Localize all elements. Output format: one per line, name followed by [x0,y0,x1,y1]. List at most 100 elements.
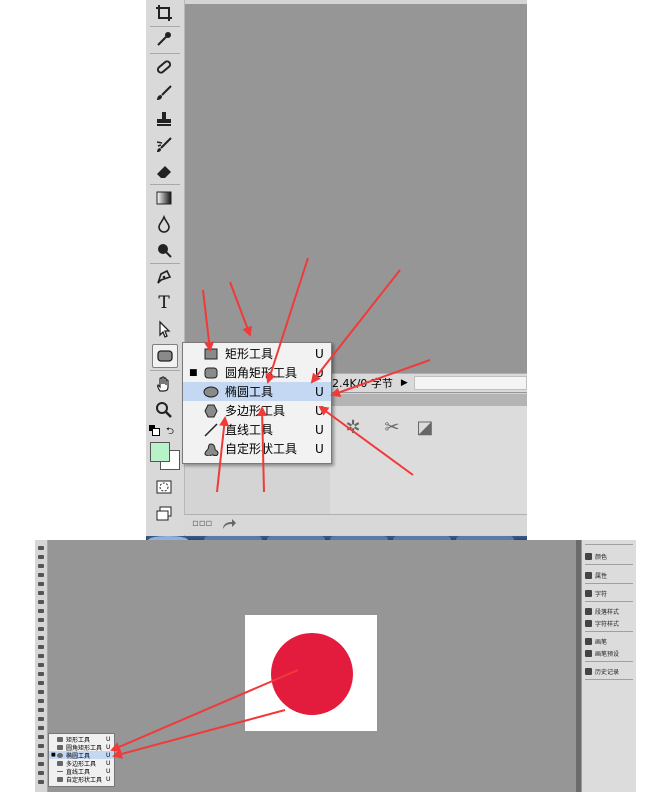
shortcut-key: U [315,403,324,418]
menu-item-label: 椭圆工具 [225,385,274,399]
panel-item-history[interactable]: 历史记录 [585,666,635,676]
ellipse-icon [57,752,63,758]
hand-icon [157,376,169,392]
horizontal-scrollbar[interactable] [413,376,527,390]
properties-icon [585,571,592,579]
tool-icon[interactable] [36,679,46,687]
history-brush-tool[interactable] [152,134,176,156]
tool-icon[interactable] [36,598,46,606]
redo-arrow-icon[interactable] [222,518,236,530]
polygon-icon [203,403,219,419]
crop-tool[interactable] [152,2,176,24]
path-select-tool[interactable] [152,318,176,340]
menu-item-rectangle[interactable]: 矩形工具 U [183,344,331,363]
tool-icon[interactable] [36,760,46,768]
tool-icon[interactable] [36,661,46,669]
panel-item-paragraph-style[interactable]: 段落样式 [585,606,635,616]
clone-stamp-tool[interactable] [152,108,176,130]
foreground-color-swatch[interactable] [150,442,170,462]
tool-icon[interactable] [36,571,46,579]
panel-label: 画笔 [595,638,608,646]
panel-label: 颜色 [595,553,608,561]
panel-header [330,394,527,406]
hand-tool[interactable] [152,373,176,395]
quick-mask-icon [156,480,172,494]
menu-item-rounded-rectangle[interactable]: ■ 圆角矩形工具 U [183,363,331,382]
shape-tool[interactable] [152,344,178,368]
eyedropper-tool[interactable] [152,28,176,50]
screen-mode-tool[interactable] [152,502,176,524]
menu-item-line[interactable]: 直线工具 U [183,420,331,439]
menu-item-ellipse[interactable]: 椭圆工具 U [183,382,331,401]
type-tool[interactable]: T [152,292,176,314]
gradient-tool[interactable] [152,187,176,209]
tool-icon[interactable] [36,634,46,642]
panel-item-character[interactable]: 字符 [585,588,635,598]
char-style-icon [585,619,592,627]
menu-item-custom-shape[interactable]: 自定形状工具 U [49,775,114,784]
healing-brush-tool[interactable] [152,56,176,78]
tool-icon[interactable] [36,643,46,651]
gear-icon[interactable]: ✲ [338,412,368,442]
panel-label: 属性 [595,572,608,580]
gradient-icon [156,191,172,205]
tool-icon[interactable] [36,562,46,570]
panel-item-char-style[interactable]: 字符样式 [585,618,635,628]
document-canvas[interactable] [184,4,527,393]
tool-icon[interactable] [36,580,46,588]
brush-tool[interactable] [152,82,176,104]
rounded-rectangle-icon [57,744,63,750]
shortcut-key: U [315,346,324,361]
swap-colors-icon[interactable]: ⮌ [166,424,174,441]
tool-icon[interactable] [36,670,46,678]
tool-icon[interactable] [36,778,46,786]
tool-icon[interactable] [36,751,46,759]
default-colors-icon[interactable] [149,425,160,436]
zoom-tool[interactable] [152,399,176,421]
tool-icon[interactable] [36,733,46,741]
tool-icon[interactable] [36,688,46,696]
scissors-icon[interactable]: ✂ [377,412,407,442]
quick-mask-tool[interactable] [152,476,176,498]
tool-icon[interactable] [36,607,46,615]
crop-icon [156,5,172,21]
frames-icon[interactable]: ▫▫▫ [192,518,212,529]
tool-icon[interactable] [36,715,46,723]
menu-item-label: 自定形状工具 [66,776,103,784]
dodge-tool[interactable] [152,239,176,261]
rectangle-icon [57,736,63,742]
menu-item-custom-shape[interactable]: 自定形状工具 U [183,439,331,458]
panel-item-brush-preset[interactable]: 画笔预设 [585,648,635,658]
square-icon[interactable]: ◪ [410,412,440,442]
rounded-rect-icon [157,350,173,362]
tool-icon[interactable] [36,616,46,624]
tool-icon[interactable] [36,553,46,561]
tool-icon[interactable] [36,652,46,660]
tools-panel: T ⮌ [146,0,185,536]
tool-icon[interactable] [36,706,46,714]
palette-icon [585,552,592,560]
brush-preset-icon [585,649,592,657]
pen-icon [157,269,172,284]
tool-icon[interactable] [36,544,46,552]
tool-icon[interactable] [36,697,46,705]
panel-item-brush[interactable]: 画笔 [585,636,635,646]
shape-tools-flyout-small: 矩形工具 U 圆角矩形工具 U ■ 椭圆工具 U 多边形工具 U 直线工具 U 自定形状工具… [48,733,115,787]
tool-icon[interactable] [36,769,46,777]
panel-item-properties[interactable]: 属性 [585,570,635,580]
tool-icon[interactable] [36,625,46,633]
tool-icon[interactable] [36,589,46,597]
shortcut-key: U [315,365,324,380]
type-icon: T [158,293,170,313]
status-menu-arrow-icon[interactable]: ▶ [401,378,408,388]
menu-item-polygon[interactable]: 多边形工具 U [183,401,331,420]
pen-tool[interactable] [152,266,176,288]
panel-item-color[interactable]: 颜色 [585,551,635,561]
tool-icon[interactable] [36,742,46,750]
ellipse-icon [203,384,219,400]
eraser-icon [157,166,171,178]
blur-tool[interactable] [152,213,176,235]
eraser-tool[interactable] [152,160,176,182]
tool-icon[interactable] [36,724,46,732]
red-circle-shape[interactable] [271,633,353,715]
